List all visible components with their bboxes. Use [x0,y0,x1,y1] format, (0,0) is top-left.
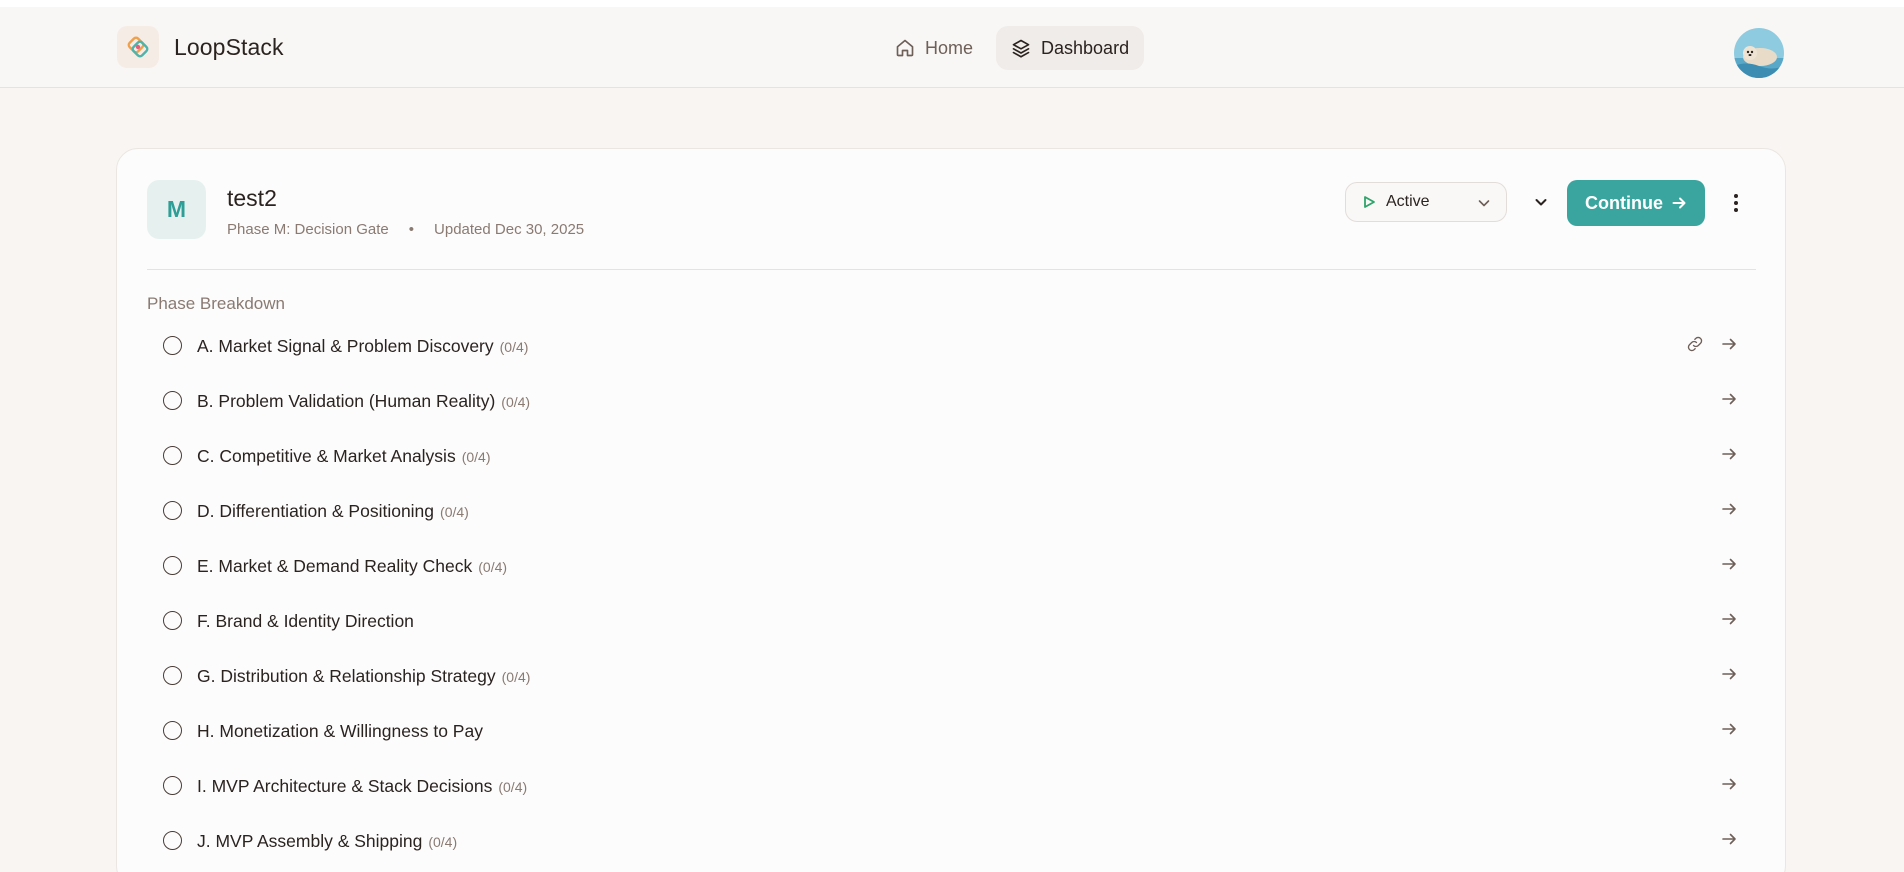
phase-breakdown-title: Phase Breakdown [147,294,285,313]
phase-label-wrap: E. Market & Demand Reality Check (0/4) [197,556,507,577]
phase-status-circle-icon[interactable] [163,391,182,410]
project-phase-badge: M [147,180,206,239]
nav-item-dashboard[interactable]: Dashboard [996,26,1145,70]
user-avatar[interactable] [1734,28,1784,78]
more-options-button[interactable] [1725,189,1747,217]
phase-label: F. Brand & Identity Direction [197,611,414,631]
phase-status-circle-icon[interactable] [163,446,182,465]
more-dot [1734,208,1738,212]
phase-label-wrap: C. Competitive & Market Analysis (0/4) [197,446,491,467]
status-dropdown[interactable]: Active [1345,182,1507,222]
phase-progress-count: (0/4) [428,834,458,850]
phase-label-wrap: A. Market Signal & Problem Discovery (0/4… [197,336,528,357]
phase-label: B. Problem Validation (Human Reality) [197,391,496,411]
project-meta: Phase M: Decision Gate • Updated Dec 30,… [227,221,584,238]
arrow-right-icon[interactable] [1720,555,1738,578]
phase-row[interactable]: D. Differentiation & Positioning (0/4) [147,484,1756,539]
phase-label-wrap: H. Monetization & Willingness to Pay [197,721,489,742]
phase-row[interactable]: I. MVP Architecture & Stack Decisions (0/… [147,759,1756,814]
phase-label: H. Monetization & Willingness to Pay [197,721,483,741]
play-icon [1364,196,1375,208]
phase-list: A. Market Signal & Problem Discovery (0/4… [147,319,1756,869]
arrow-right-icon [1672,197,1686,209]
phase-status-circle-icon[interactable] [163,831,182,850]
phase-row[interactable]: E. Market & Demand Reality Check (0/4) [147,539,1756,594]
phase-row[interactable]: F. Brand & Identity Direction [147,594,1756,649]
home-icon [896,39,914,57]
arrow-right-icon[interactable] [1720,830,1738,853]
phase-status-circle-icon[interactable] [163,721,182,740]
phase-label: G. Distribution & Relationship Strategy [197,666,496,686]
expand-toggle-button[interactable] [1527,188,1555,216]
phase-status-circle-icon[interactable] [163,666,182,685]
phase-label: A. Market Signal & Problem Discovery [197,336,494,356]
arrow-right-icon[interactable] [1720,335,1738,358]
phase-label: C. Competitive & Market Analysis [197,446,456,466]
phase-label: J. MVP Assembly & Shipping [197,831,423,851]
phase-label-wrap: D. Differentiation & Positioning (0/4) [197,501,469,522]
project-phase: Phase M: Decision Gate [227,221,389,238]
phase-progress-count: (0/4) [440,504,469,520]
phase-progress-count: (0/4) [501,394,531,410]
arrow-right-icon[interactable] [1720,500,1738,523]
more-dot [1734,194,1738,198]
continue-button[interactable]: Continue [1567,180,1705,226]
phase-row[interactable]: C. Competitive & Market Analysis (0/4) [147,429,1756,484]
phase-label: E. Market & Demand Reality Check [197,556,473,576]
phase-progress-count: (0/4) [461,449,491,465]
phase-label-wrap: F. Brand & Identity Direction [197,611,420,632]
phase-label: D. Differentiation & Positioning [197,501,435,521]
layers-icon [1012,39,1030,58]
phase-row[interactable]: J. MVP Assembly & Shipping (0/4) [147,814,1756,869]
phase-row[interactable]: H. Monetization & Willingness to Pay [147,704,1756,759]
chevron-down-icon [1478,200,1490,207]
top-navigation-bar: LoopStack Home Dashboard [0,0,1904,88]
status-value: Active [1386,193,1430,210]
phase-progress-count: (0/4) [501,669,531,685]
phase-row[interactable]: A. Market Signal & Problem Discovery (0/4… [147,319,1756,374]
arrow-right-icon[interactable] [1720,775,1738,798]
phase-status-circle-icon[interactable] [163,556,182,575]
phase-progress-count: (0/4) [499,339,529,355]
more-dot [1734,201,1738,205]
main-nav: Home Dashboard [880,26,1145,70]
phase-row[interactable]: G. Distribution & Relationship Strategy (… [147,649,1756,704]
phase-row[interactable]: B. Problem Validation (Human Reality) (0/… [147,374,1756,429]
link-icon[interactable] [1686,335,1704,358]
nav-item-label: Dashboard [1041,37,1130,58]
brand-name: LoopStack [174,33,284,60]
arrow-right-icon[interactable] [1720,390,1738,413]
phase-status-circle-icon[interactable] [163,501,182,520]
phase-status-circle-icon[interactable] [163,776,182,795]
meta-separator: • [408,221,415,238]
arrow-right-icon[interactable] [1720,720,1738,743]
header-divider [147,269,1756,270]
phase-label-wrap: B. Problem Validation (Human Reality) (0/… [197,391,530,412]
arrow-right-icon[interactable] [1720,665,1738,688]
phase-status-circle-icon[interactable] [163,611,182,630]
project-card: M test2 Phase M: Decision Gate • Updated… [116,148,1786,872]
phase-label-wrap: J. MVP Assembly & Shipping (0/4) [197,831,457,852]
phase-progress-count: (0/4) [498,779,528,795]
nav-item-label: Home [925,37,974,58]
phase-label-wrap: G. Distribution & Relationship Strategy (… [197,666,530,687]
loopstack-logo-icon [117,26,159,68]
phase-label: I. MVP Architecture & Stack Decisions [197,776,493,796]
brand[interactable]: LoopStack [117,26,284,68]
phase-status-circle-icon[interactable] [163,336,182,355]
arrow-right-icon[interactable] [1720,445,1738,468]
continue-label: Continue [1585,192,1663,213]
phase-progress-count: (0/4) [478,559,508,575]
chevron-down-icon [1535,199,1547,206]
project-title: test2 [227,185,277,211]
phase-label-wrap: I. MVP Architecture & Stack Decisions (0/… [197,776,527,797]
arrow-right-icon[interactable] [1720,610,1738,633]
project-updated: Updated Dec 30, 2025 [434,221,585,238]
nav-item-home[interactable]: Home [880,26,988,70]
